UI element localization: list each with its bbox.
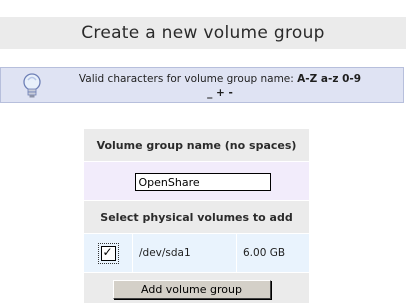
page-title: Create a new volume group	[81, 23, 325, 43]
info-message: Valid characters for volume group name: …	[55, 72, 385, 100]
volume-group-form: Volume group name (no spaces) Select phy…	[83, 128, 310, 304]
info-banner: Valid characters for volume group name: …	[0, 67, 404, 103]
name-header: Volume group name (no spaces)	[83, 128, 310, 162]
info-valid-chars: A-Z a-z 0-9	[297, 73, 362, 85]
add-volume-group-button[interactable]: Add volume group	[112, 279, 271, 299]
volume-checkbox[interactable]: ✓	[97, 242, 119, 264]
page-title-bar: Create a new volume group	[0, 17, 406, 49]
table-row: ✓ /dev/sda1 6.00 GB	[83, 233, 310, 273]
info-valid-chars-extra: _ + -	[207, 87, 233, 99]
physical-volumes-header: Select physical volumes to add	[83, 200, 310, 234]
info-prefix: Valid characters for volume group name:	[78, 73, 298, 85]
device-name: /dev/sda1	[132, 233, 237, 273]
device-size: 6.00 GB	[236, 233, 310, 273]
lightbulb-icon	[23, 73, 41, 98]
checkmark-icon: ✓	[102, 244, 113, 259]
volume-group-name-input[interactable]	[134, 173, 271, 192]
